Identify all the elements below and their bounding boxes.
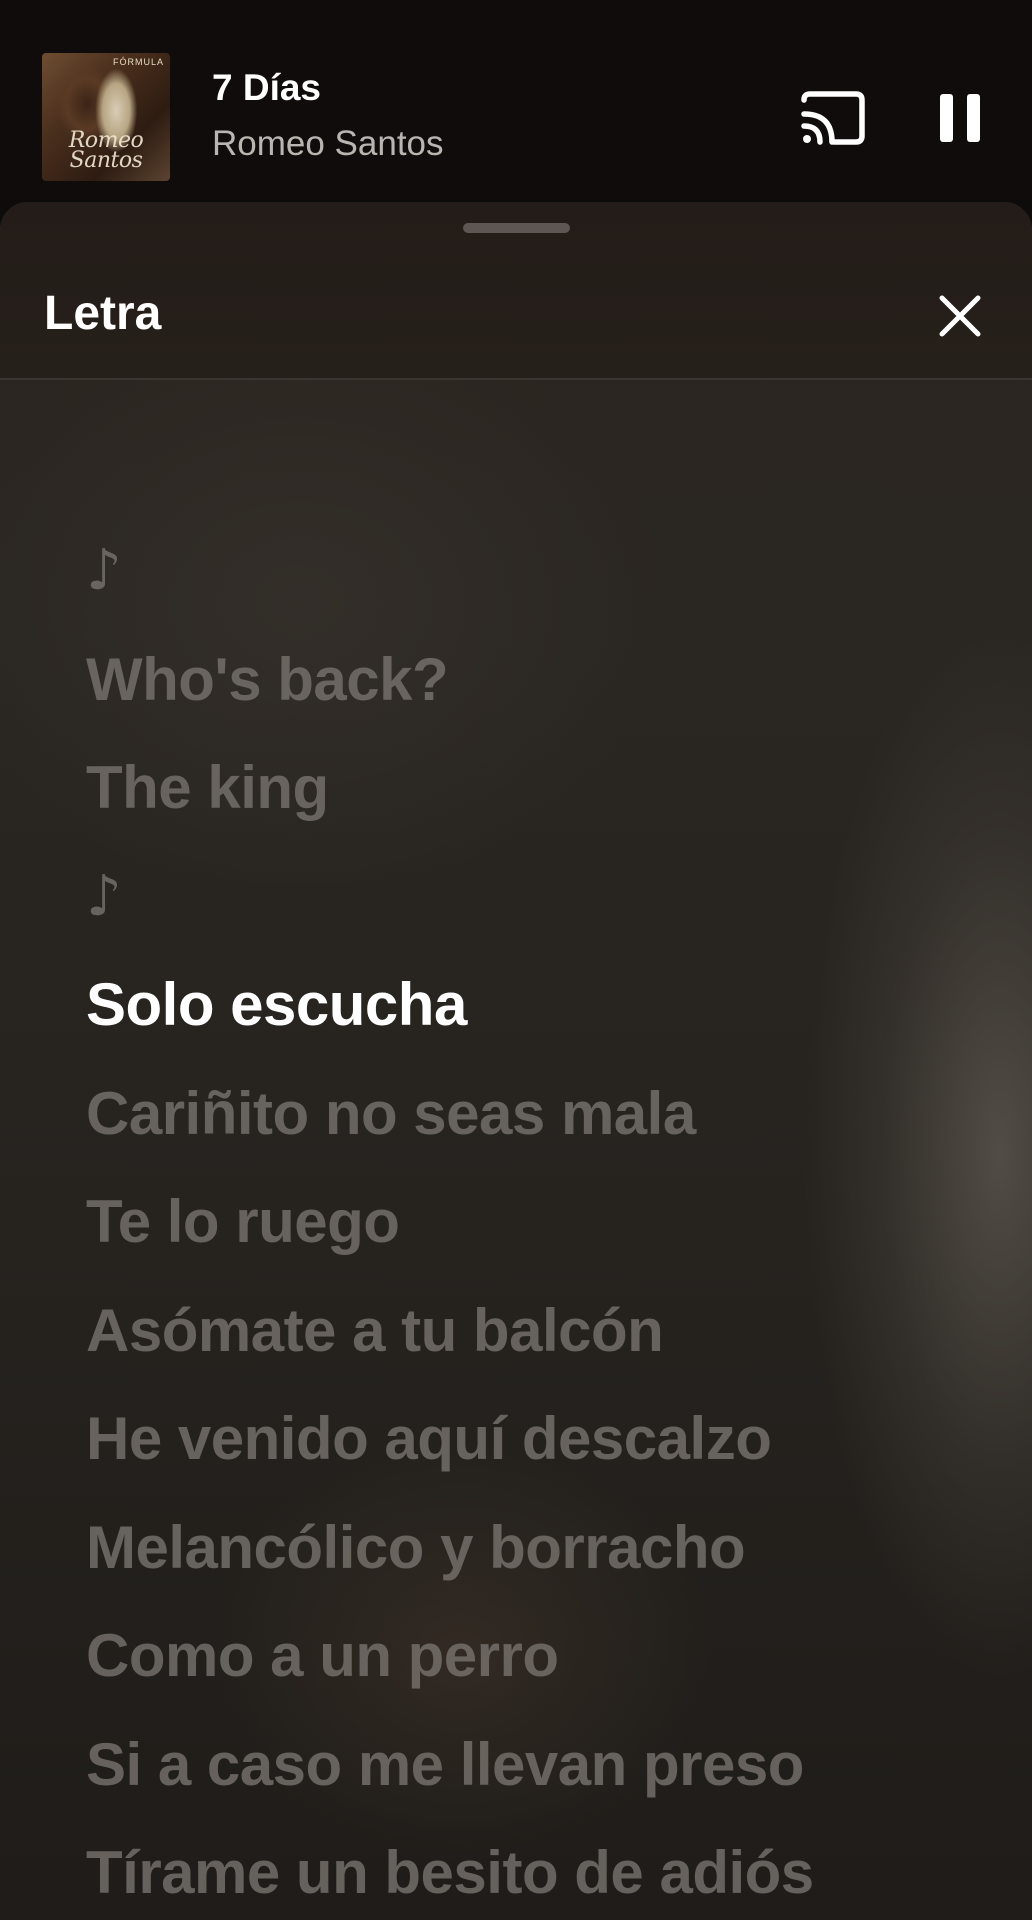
close-button[interactable] — [936, 292, 984, 340]
track-artist: Romeo Santos — [212, 124, 444, 163]
lyric-line-current[interactable]: Solo escucha — [86, 951, 1006, 1060]
drag-handle[interactable] — [463, 223, 570, 233]
lyric-line[interactable]: Asómate a tu balcón — [86, 1277, 1006, 1386]
album-art-text: Romeo Santos — [68, 128, 144, 173]
lyrics-sheet-header: Letra — [0, 202, 1032, 380]
lyric-line-note[interactable]: ♪ — [86, 843, 1006, 952]
lyric-line[interactable]: Cariñito no seas mala — [86, 1060, 1006, 1169]
lyrics-screen: FÓRMULA Romeo Santos 7 Días Romeo Santos… — [0, 0, 1032, 1920]
lyrics-sheet: Letra ♪ Who's back? The king ♪ Solo escu… — [0, 202, 1032, 1920]
cast-button[interactable] — [798, 88, 868, 148]
mini-player[interactable]: FÓRMULA Romeo Santos 7 Días Romeo Santos — [0, 0, 1032, 200]
lyric-line[interactable]: Si a caso me llevan preso — [86, 1711, 1006, 1820]
lyric-line[interactable]: The king — [86, 734, 1006, 843]
pause-icon — [940, 94, 980, 142]
pause-button[interactable] — [930, 88, 990, 148]
lyric-line[interactable]: Melancólico y borracho — [86, 1494, 1006, 1603]
track-title: 7 Días — [212, 67, 322, 108]
lyric-line[interactable]: Who's back? — [86, 626, 1006, 735]
cast-icon — [801, 91, 865, 145]
close-icon — [939, 295, 981, 337]
lyric-line[interactable]: Te lo ruego — [86, 1168, 1006, 1277]
lyric-line-note[interactable]: ♪ — [86, 517, 1006, 626]
album-art[interactable]: FÓRMULA Romeo Santos — [42, 53, 170, 181]
lyric-line[interactable]: Tírame un besito de adiós — [86, 1819, 1006, 1920]
lyrics-list[interactable]: ♪ Who's back? The king ♪ Solo escucha Ca… — [86, 517, 1006, 1920]
album-art-small-text: FÓRMULA — [112, 57, 164, 67]
lyric-line[interactable]: Como a un perro — [86, 1602, 1006, 1711]
lyrics-title: Letra — [44, 287, 162, 340]
lyric-line[interactable]: He venido aquí descalzo — [86, 1385, 1006, 1494]
